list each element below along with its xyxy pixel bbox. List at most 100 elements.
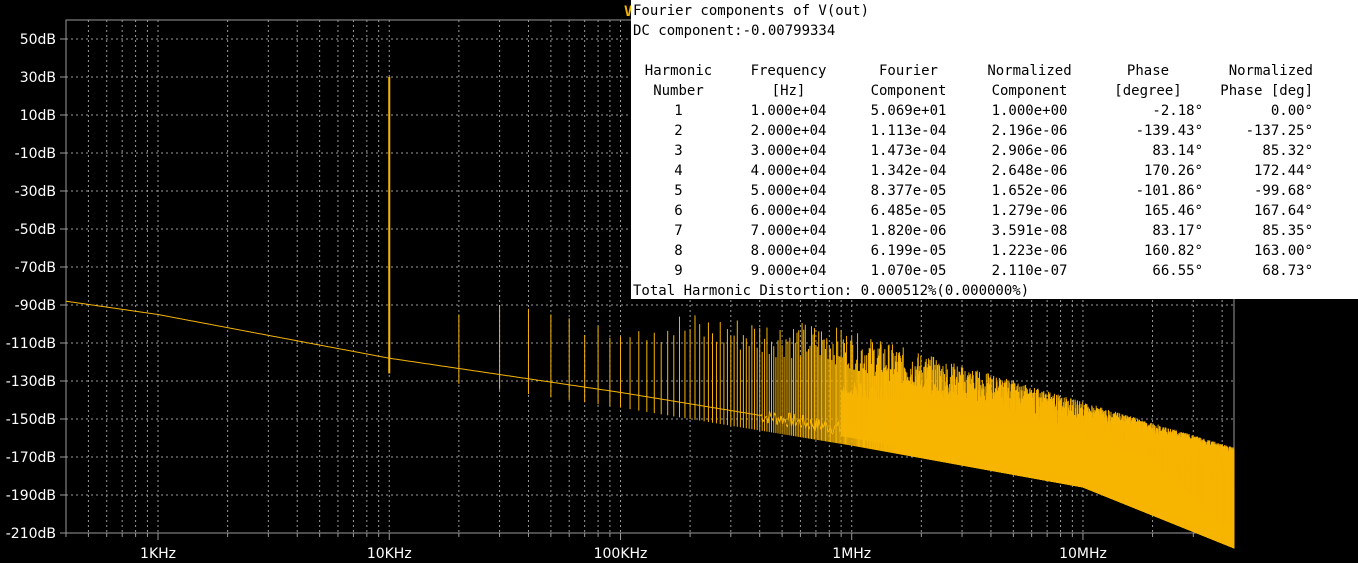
table-row: 9 9.000e+04 1.070e-05 2.110e-07 66.55° 68.73° bbox=[631, 261, 1313, 281]
y-tick-label: -110dB bbox=[6, 336, 56, 352]
table-cell: 4.000e+04 bbox=[750, 163, 827, 179]
y-tick-label: -130dB bbox=[6, 374, 56, 390]
table-cell: 1.652e-06 bbox=[991, 183, 1068, 199]
header-line: Normalized bbox=[987, 63, 1072, 79]
table-cell: 83.14° bbox=[1152, 143, 1203, 159]
total-harmonic-distortion: Total Harmonic Distortion: 0.000512%(0.0… bbox=[633, 283, 1030, 299]
header-line: [degree] bbox=[1114, 83, 1182, 99]
table-cell: 85.32° bbox=[1262, 143, 1313, 159]
table-cell: 1.000e+00 bbox=[991, 103, 1068, 119]
header-frequency: Frequency [Hz] bbox=[726, 61, 851, 101]
table-cell: 6.000e+04 bbox=[750, 203, 827, 219]
table-row: 1 1.000e+04 5.069e+01 1.000e+00 -2.18° 0.00° bbox=[631, 101, 1313, 121]
y-tick-label: -210dB bbox=[6, 526, 56, 542]
table-cell: 4 bbox=[674, 163, 683, 179]
table-row: 2 2.000e+04 1.113e-04 2.196e-06 -139.43° -137… bbox=[631, 121, 1313, 141]
y-tick-label: -150dB bbox=[6, 412, 56, 428]
table-cell: 2.000e+04 bbox=[750, 123, 827, 139]
header-line: [Hz] bbox=[771, 83, 806, 99]
header-phase: Phase [degree] bbox=[1093, 61, 1203, 101]
dc-component: DC component:-0.00799334 bbox=[633, 23, 836, 39]
table-cell: 68.73° bbox=[1262, 263, 1313, 279]
table-cell: 1.070e-05 bbox=[870, 263, 947, 279]
table-cell: 172.44° bbox=[1253, 163, 1313, 179]
header-line: Number bbox=[653, 83, 704, 99]
table-row: 5 5.000e+04 8.377e-05 1.652e-06 -101.86° -99.… bbox=[631, 181, 1313, 201]
table-row: 6 6.000e+04 6.485e-05 1.279e-06 165.46° 167.6… bbox=[631, 201, 1313, 221]
table-cell: -99.68° bbox=[1253, 183, 1313, 199]
header-line: Normalized bbox=[1228, 63, 1313, 79]
fourier-table-body: 1 1.000e+04 5.069e+01 1.000e+00 -2.18° 0.00° 2… bbox=[631, 101, 1313, 281]
table-cell: 6.485e-05 bbox=[870, 203, 947, 219]
table-cell: 2 bbox=[674, 123, 683, 139]
table-row: 4 4.000e+04 1.342e-04 2.648e-06 170.26° 172.4… bbox=[631, 161, 1313, 181]
header-line: Frequency bbox=[750, 63, 827, 79]
table-cell: 2.648e-06 bbox=[991, 163, 1068, 179]
header-normalized-component: Normalized Component bbox=[966, 61, 1093, 101]
header-harmonic: Harmonic Number bbox=[631, 61, 726, 101]
table-cell: 1.279e-06 bbox=[991, 203, 1068, 219]
table-cell: 3.000e+04 bbox=[750, 143, 827, 159]
fourier-header-row: Harmonic Number Frequency [Hz] Fourier Comp… bbox=[631, 61, 1313, 101]
y-tick-label: -10dB bbox=[15, 146, 56, 162]
y-tick-label: -50dB bbox=[15, 222, 56, 238]
y-tick-label: 30dB bbox=[20, 70, 56, 86]
table-cell: 1.342e-04 bbox=[870, 163, 947, 179]
table-cell: 85.35° bbox=[1262, 223, 1313, 239]
x-tick-label: 10KHz bbox=[367, 546, 412, 562]
table-row: 7 7.000e+04 1.820e-06 3.591e-08 83.17° 85.35° bbox=[631, 221, 1313, 241]
table-cell: 1.473e-04 bbox=[870, 143, 947, 159]
header-line: Component bbox=[991, 83, 1068, 99]
x-tick-label: 100KHz bbox=[594, 546, 648, 562]
x-tick-label: 1KHz bbox=[140, 546, 176, 562]
header-line: Component bbox=[870, 83, 947, 99]
y-tick-label: -170dB bbox=[6, 450, 56, 466]
table-cell: -2.18° bbox=[1152, 103, 1203, 119]
table-cell: 163.00° bbox=[1253, 243, 1313, 259]
table-cell: 6.199e-05 bbox=[870, 243, 947, 259]
fourier-table: Harmonic Number Frequency [Hz] Fourier Comp… bbox=[631, 61, 1313, 281]
table-cell: 9 bbox=[674, 263, 683, 279]
table-cell: 1 bbox=[674, 103, 683, 119]
x-tick-label: 10MHz bbox=[1059, 546, 1107, 562]
table-cell: -137.25° bbox=[1245, 123, 1313, 139]
table-cell: 2.110e-07 bbox=[991, 263, 1068, 279]
header-fourier-component: Fourier Component bbox=[851, 61, 966, 101]
table-cell: 6 bbox=[674, 203, 683, 219]
table-cell: 8.377e-05 bbox=[870, 183, 947, 199]
table-cell: 167.64° bbox=[1253, 203, 1313, 219]
table-cell: 1.113e-04 bbox=[870, 123, 947, 139]
table-cell: 0.00° bbox=[1270, 103, 1313, 119]
header-line: Phase bbox=[1126, 63, 1170, 79]
y-tick-label: -190dB bbox=[6, 488, 56, 504]
table-cell: 1.223e-06 bbox=[991, 243, 1068, 259]
table-cell: -101.86° bbox=[1135, 183, 1203, 199]
table-row: 8 8.000e+04 6.199e-05 1.223e-06 160.82° 163.0… bbox=[631, 241, 1313, 261]
table-cell: 7.000e+04 bbox=[750, 223, 827, 239]
table-cell: -139.43° bbox=[1135, 123, 1203, 139]
table-cell: 5.069e+01 bbox=[870, 103, 947, 119]
table-cell: 170.26° bbox=[1143, 163, 1203, 179]
table-cell: 2.906e-06 bbox=[991, 143, 1068, 159]
table-cell: 9.000e+04 bbox=[750, 263, 827, 279]
table-cell: 7 bbox=[674, 223, 683, 239]
table-cell: 66.55° bbox=[1152, 263, 1203, 279]
y-tick-label: -70dB bbox=[15, 260, 56, 276]
header-line: Fourier bbox=[878, 63, 938, 79]
x-tick-label: 1MHz bbox=[832, 546, 871, 562]
table-cell: 160.82° bbox=[1143, 243, 1203, 259]
fourier-components-panel: Fourier components of V(out) DC componen… bbox=[631, 0, 1358, 299]
table-cell: 83.17° bbox=[1152, 223, 1203, 239]
table-cell: 3.591e-08 bbox=[991, 223, 1068, 239]
header-normalized-phase: Normalized Phase [deg] bbox=[1203, 61, 1313, 101]
table-cell: 3 bbox=[674, 143, 683, 159]
y-tick-label: 10dB bbox=[20, 108, 56, 124]
y-tick-label: -90dB bbox=[15, 298, 56, 314]
table-cell: 8 bbox=[674, 243, 683, 259]
header-line: Harmonic bbox=[644, 63, 713, 79]
table-cell: 1.000e+04 bbox=[750, 103, 827, 119]
table-cell: 5 bbox=[674, 183, 683, 199]
fourier-title: Fourier components of V(out) bbox=[633, 3, 870, 19]
y-tick-label: 50dB bbox=[20, 32, 56, 48]
table-cell: 1.820e-06 bbox=[870, 223, 947, 239]
